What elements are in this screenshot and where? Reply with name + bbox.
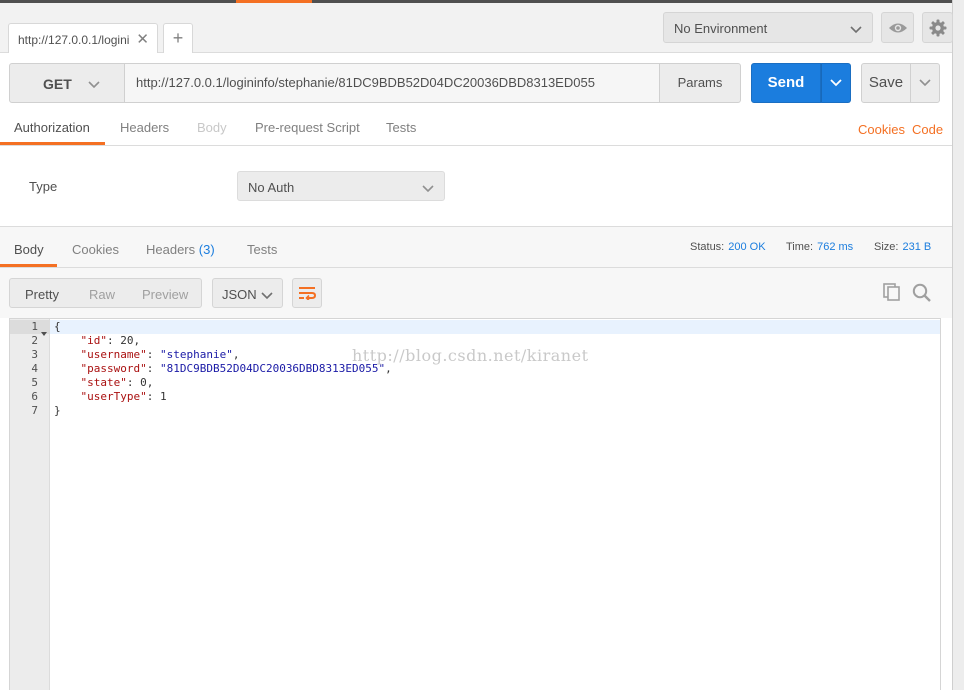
auth-type-select[interactable]: No Auth — [237, 171, 445, 201]
tab-authorization[interactable]: Authorization — [14, 120, 90, 135]
request-tab-label: http://127.0.0.1/logini — [18, 33, 130, 47]
size-label: Size: — [874, 241, 899, 253]
close-icon[interactable]: ✕ — [136, 30, 149, 48]
response-tab-cookies[interactable]: Cookies — [72, 242, 119, 257]
tab-body[interactable]: Body — [197, 120, 227, 135]
manage-environments-button[interactable] — [922, 12, 953, 43]
auth-type-value: No Auth — [248, 180, 295, 195]
raw-button[interactable]: Raw — [89, 287, 115, 302]
json-value: 20 — [120, 334, 134, 347]
active-tab-indicator — [0, 142, 105, 145]
fold-arrow-icon[interactable] — [41, 324, 47, 339]
status-metric: Status: 200 OK — [690, 241, 766, 253]
send-button[interactable]: Send — [751, 63, 821, 103]
json-value: "stephanie" — [159, 348, 233, 361]
response-tab-headers[interactable]: Headers (3) — [146, 242, 215, 257]
plus-icon: + — [172, 28, 184, 48]
json-value: 1 — [159, 390, 167, 403]
json-key: "password" — [80, 362, 147, 375]
code-line: } — [54, 404, 61, 418]
json-comma: , — [133, 334, 141, 347]
active-line-highlight — [50, 320, 940, 334]
tab-tests[interactable]: Tests — [386, 120, 416, 135]
chevron-down-icon — [88, 77, 100, 92]
copy-icon[interactable] — [883, 283, 901, 304]
response-body-editor[interactable]: 1 2 3 4 5 6 7 { "id": 20, "username": "s… — [9, 318, 941, 690]
size-metric: Size: 231 B — [874, 241, 931, 253]
response-tab-headers-label: Headers — [146, 242, 196, 257]
json-comma: , — [232, 348, 240, 361]
authorization-panel: Type No Auth — [0, 146, 952, 227]
environment-quick-look-button[interactable] — [881, 12, 914, 43]
code-line: "state": 0, — [80, 376, 154, 389]
response-tab-body[interactable]: Body — [14, 242, 44, 257]
code-line: "username": "stephanie", — [80, 348, 240, 361]
active-response-tab-indicator — [0, 264, 57, 267]
request-url-bar: GET http://127.0.0.1/logininfo/stephanie… — [0, 53, 952, 111]
code-line: "password": "81DC9BDB52D04DC20036DBD8313… — [80, 362, 392, 375]
json-value: 0 — [140, 376, 147, 389]
cookies-link[interactable]: Cookies — [858, 122, 905, 137]
send-options-button[interactable] — [821, 63, 851, 103]
response-toolbar: Pretty Raw Preview JSON — [0, 268, 952, 318]
format-select[interactable]: JSON — [212, 278, 283, 308]
json-key: "state" — [80, 376, 127, 389]
time-metric: Time: 762 ms — [786, 241, 853, 253]
headers-count-badge: (3) — [198, 242, 215, 257]
code-line: "id": 20, — [80, 334, 141, 347]
code-line: "userType": 1 — [80, 390, 167, 403]
response-tab-tests[interactable]: Tests — [247, 242, 277, 257]
url-input[interactable]: http://127.0.0.1/logininfo/stephanie/81D… — [125, 63, 660, 103]
line-number: 2 — [31, 334, 38, 347]
request-tab[interactable]: http://127.0.0.1/logini ✕ — [8, 23, 158, 54]
save-button[interactable]: Save — [861, 63, 911, 103]
environment-label: No Environment — [674, 21, 768, 36]
open-brace: { — [54, 320, 61, 333]
request-tabs: Authorization Headers Body Pre-request S… — [0, 111, 952, 146]
line-number: 5 — [31, 376, 38, 389]
time-label: Time: — [786, 241, 814, 253]
size-value: 231 B — [902, 241, 932, 253]
chevron-down-icon — [261, 288, 273, 303]
view-mode-group: Pretty Raw Preview — [9, 278, 202, 308]
environment-select[interactable]: No Environment — [663, 12, 873, 43]
status-label: Status: — [690, 241, 725, 253]
time-value: 762 ms — [817, 241, 854, 253]
json-comma: , — [146, 376, 154, 389]
preview-button[interactable]: Preview — [142, 287, 188, 302]
code-link[interactable]: Code — [912, 122, 943, 137]
pretty-button[interactable]: Pretty — [25, 287, 59, 302]
method-select[interactable]: GET — [9, 63, 125, 103]
params-button[interactable]: Params — [659, 63, 741, 103]
code-line: { — [54, 320, 61, 334]
json-key: "userType" — [80, 390, 147, 403]
line-number: 7 — [31, 404, 38, 417]
tab-strip: http://127.0.0.1/logini ✕ + No Environme… — [0, 3, 953, 54]
auth-type-label: Type — [29, 179, 58, 194]
json-key: "username" — [80, 348, 147, 361]
new-tab-button[interactable]: + — [163, 23, 193, 54]
format-label: JSON — [222, 287, 257, 302]
right-window-edge — [952, 0, 964, 690]
search-icon[interactable] — [912, 283, 931, 305]
wrap-lines-button[interactable] — [292, 278, 322, 308]
close-brace: } — [54, 404, 61, 417]
response-tabs: Body Cookies Headers (3) Tests Status: 20… — [0, 227, 952, 268]
json-key: "id" — [80, 334, 108, 347]
chevron-down-icon — [422, 181, 434, 196]
tab-headers[interactable]: Headers — [120, 120, 169, 135]
line-number: 3 — [31, 348, 38, 361]
watermark: http://blog.csdn.net/kiranet — [352, 346, 589, 365]
line-number: 6 — [31, 390, 38, 403]
status-value: 200 OK — [728, 241, 766, 253]
chevron-down-icon — [850, 22, 862, 37]
tab-pre-request-script[interactable]: Pre-request Script — [255, 120, 360, 135]
method-label: GET — [43, 76, 72, 92]
line-number: 4 — [31, 362, 38, 375]
line-number: 1 — [31, 320, 38, 333]
save-options-button[interactable] — [910, 63, 940, 103]
